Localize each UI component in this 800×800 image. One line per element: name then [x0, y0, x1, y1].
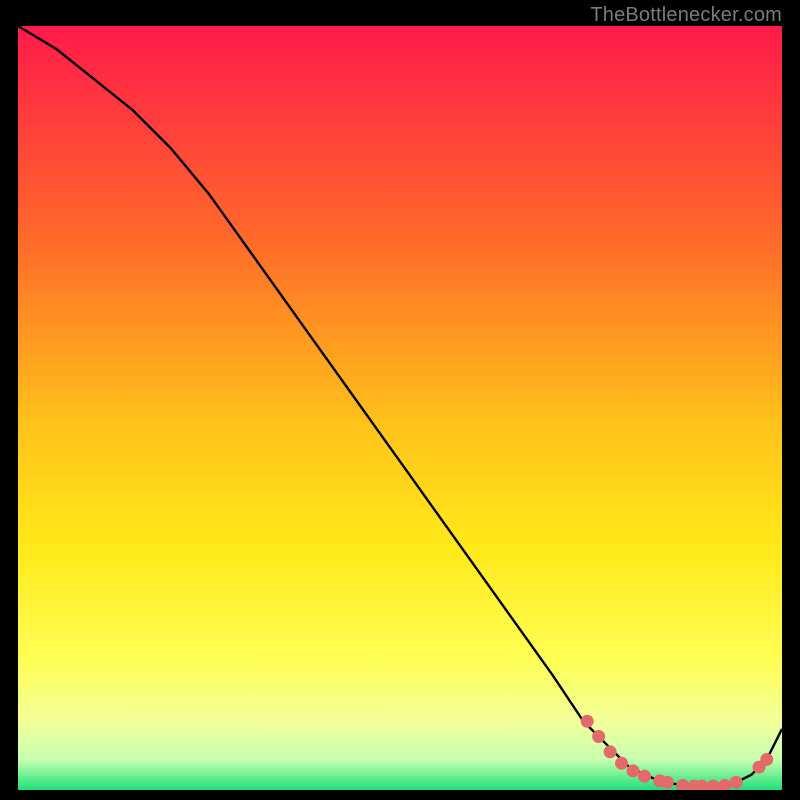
- watermark-text: TheBottlenecker.com: [590, 4, 782, 27]
- data-marker: [581, 715, 594, 728]
- data-marker: [627, 764, 640, 777]
- plot-area: [18, 26, 782, 790]
- data-marker: [760, 753, 773, 766]
- data-marker: [592, 730, 605, 743]
- chart-frame: TheBottlenecker.com: [0, 0, 800, 800]
- chart-svg: [18, 26, 782, 790]
- gradient-background: [18, 26, 782, 790]
- data-marker: [615, 757, 628, 770]
- data-marker: [638, 770, 651, 783]
- data-marker: [730, 776, 743, 789]
- data-marker: [604, 745, 617, 758]
- data-marker: [661, 776, 674, 789]
